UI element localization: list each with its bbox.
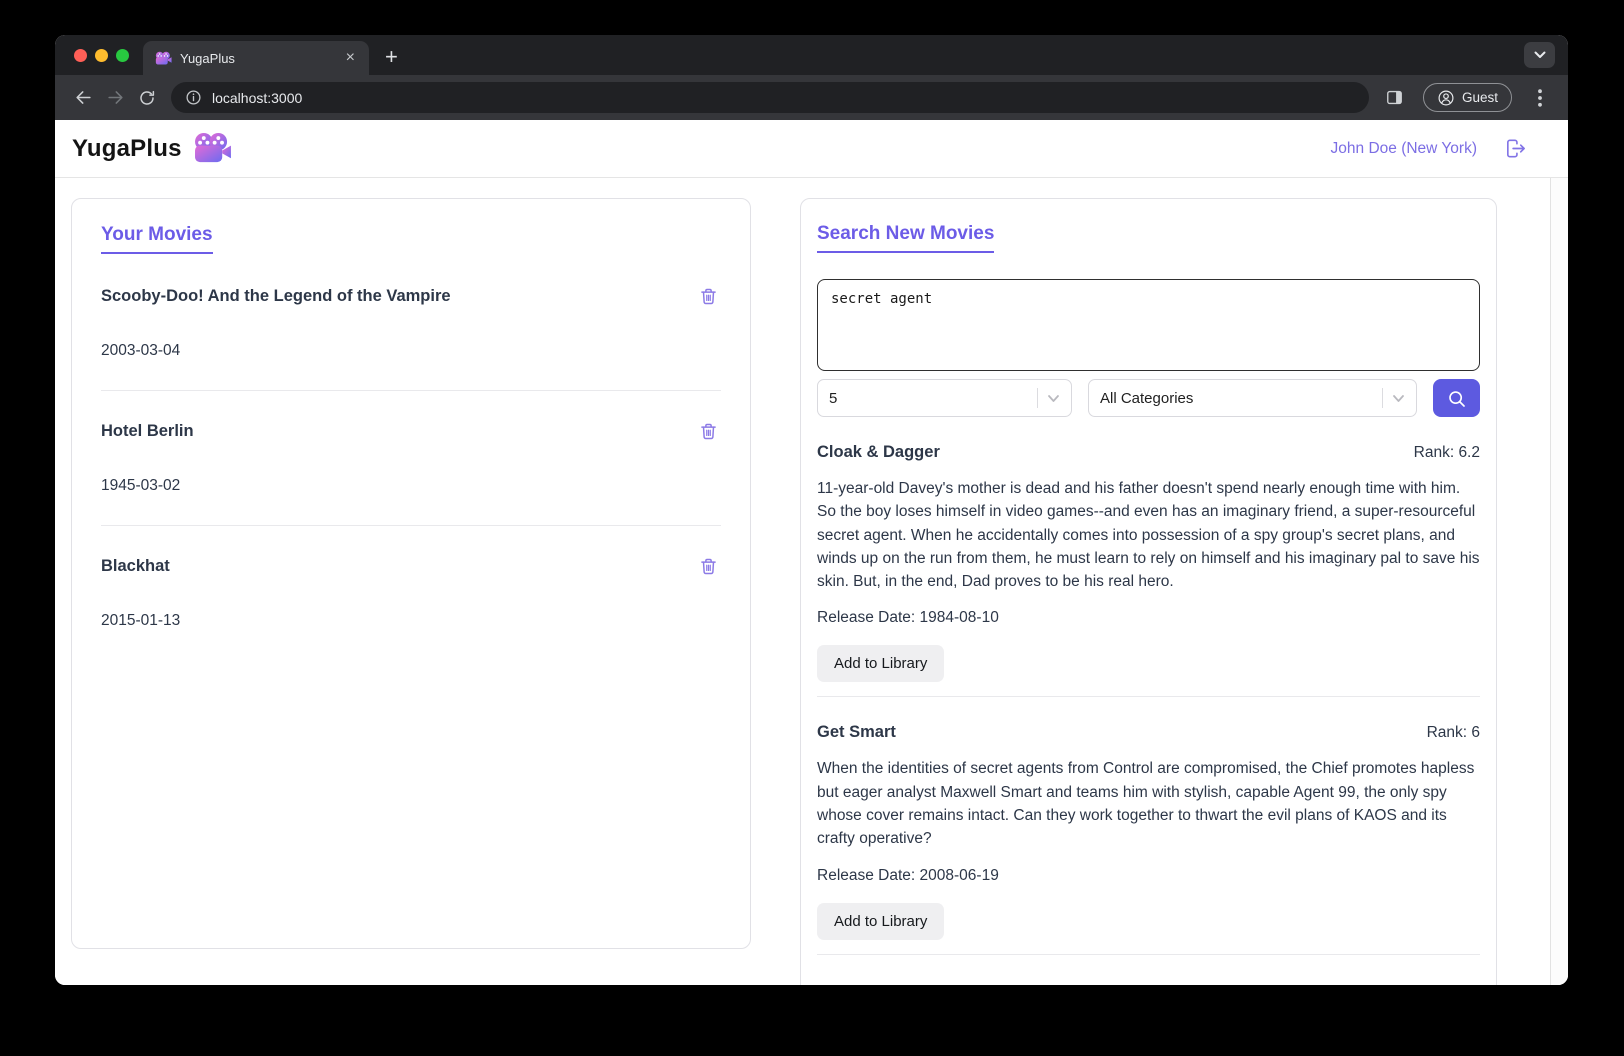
reload-button[interactable] (131, 82, 163, 114)
delete-movie-button[interactable] (696, 419, 721, 444)
forward-button[interactable] (99, 82, 131, 114)
guest-avatar-icon (1438, 90, 1454, 105)
browser-tab[interactable]: YugaPlus × (143, 41, 369, 75)
result-description: 11-year-old Davey's mother is dead and h… (817, 480, 1480, 591)
arrow-right-icon (107, 91, 123, 104)
delete-movie-button[interactable] (696, 554, 721, 579)
address-bar[interactable]: localhost:3000 (171, 82, 1369, 113)
delete-movie-button[interactable] (696, 284, 721, 309)
search-result-item: Get Smart Rank: 6 When the identities of… (817, 723, 1480, 955)
result-limit-value: 5 (829, 389, 838, 407)
movie-release-date: 2003-03-04 (101, 342, 181, 359)
movie-release-date: 2015-01-13 (101, 612, 181, 629)
add-to-library-button[interactable]: Add to Library (817, 645, 945, 683)
user-account-link[interactable]: John Doe (New York) (1331, 140, 1477, 158)
reload-icon (140, 90, 155, 105)
library-movie-item: Scooby-Doo! And the Legend of the Vampir… (101, 284, 721, 391)
back-button[interactable] (67, 82, 99, 114)
chevron-down-icon (1048, 394, 1059, 402)
result-limit-select[interactable]: 5 (817, 379, 1072, 417)
search-movies-title: Search New Movies (817, 223, 995, 253)
result-title: Get Smart (817, 723, 896, 742)
site-info-icon[interactable] (185, 89, 202, 106)
movie-title: Scooby-Doo! And the Legend of the Vampir… (101, 287, 451, 305)
divider (1382, 388, 1383, 408)
logout-icon (1507, 139, 1525, 158)
divider (101, 390, 721, 391)
main-content: Your Movies Scooby-Doo! And the Legend o… (55, 178, 1568, 985)
search-icon (1449, 390, 1465, 407)
result-release-date: Release Date: 1984-08-10 (817, 609, 999, 627)
close-window-button[interactable] (74, 48, 87, 62)
vertical-dots-icon (1538, 88, 1542, 107)
profile-label: Guest (1461, 90, 1498, 105)
divider (1037, 388, 1038, 408)
your-movies-title: Your Movies (101, 224, 213, 254)
browser-menu-button[interactable] (1524, 82, 1556, 114)
trash-icon (701, 288, 716, 305)
side-panel-icon (1387, 90, 1403, 105)
side-panel-button[interactable] (1379, 82, 1411, 114)
chevron-down-icon (1393, 394, 1404, 402)
category-select[interactable]: All Categories (1088, 379, 1417, 417)
movie-camera-icon (193, 132, 232, 165)
app-title: YugaPlus (72, 134, 182, 162)
result-rank: Rank: 6 (1426, 724, 1480, 742)
window-controls (55, 35, 143, 75)
add-to-library-button[interactable]: Add to Library (817, 902, 945, 940)
result-title: Cloak & Dagger (817, 443, 940, 461)
search-button[interactable] (1433, 379, 1480, 417)
browser-tab-strip: YugaPlus × + (55, 35, 1568, 75)
minimize-window-button[interactable] (95, 48, 108, 62)
arrow-left-icon (75, 91, 91, 104)
page-scrollbar[interactable] (1550, 178, 1568, 985)
movie-title: Blackhat (101, 557, 170, 575)
movie-release-date: 1945-03-02 (101, 477, 181, 494)
url-text: localhost:3000 (212, 89, 303, 106)
your-movies-panel: Your Movies Scooby-Doo! And the Legend o… (71, 198, 751, 949)
result-description: When the identities of secret agents fro… (817, 760, 1475, 848)
new-tab-button[interactable]: + (369, 46, 398, 74)
logout-button[interactable] (1504, 137, 1527, 160)
divider (817, 696, 1480, 698)
library-movie-item: Hotel Berlin 1945-03-02 (101, 419, 721, 526)
zoom-window-button[interactable] (116, 48, 129, 62)
divider (101, 525, 721, 526)
divider (817, 953, 1480, 955)
search-movies-panel: Search New Movies secret agent 5 All Cat… (800, 198, 1497, 985)
tab-favicon-movie-camera-icon (155, 51, 172, 66)
result-release-date: Release Date: 2008-06-19 (817, 866, 999, 884)
search-controls: 5 All Categories (817, 379, 1480, 417)
trash-icon (701, 558, 716, 575)
library-movie-item: Blackhat 2015-01-13 (101, 554, 721, 630)
search-result-item: Cloak & Dagger Rank: 6.2 11-year-old Dav… (817, 443, 1480, 698)
trash-icon (701, 423, 716, 440)
browser-toolbar: localhost:3000 Guest (55, 75, 1568, 120)
result-rank: Rank: 6.2 (1413, 444, 1480, 461)
category-value: All Categories (1100, 389, 1194, 407)
chevron-down-icon (1534, 51, 1545, 58)
browser-window: YugaPlus × + localhost:3000 Guest YugaPl… (55, 35, 1568, 985)
search-query-input[interactable]: secret agent (817, 279, 1480, 371)
app-header: YugaPlus John Doe (New York) (55, 120, 1568, 178)
profile-button[interactable]: Guest (1422, 83, 1512, 112)
tab-close-icon[interactable]: × (342, 48, 359, 68)
page-content: YugaPlus John Doe (New York) Your Movies… (55, 120, 1568, 985)
tab-title: YugaPlus (180, 50, 235, 66)
tab-search-chevron-button[interactable] (1524, 42, 1555, 68)
movie-title: Hotel Berlin (101, 422, 194, 440)
